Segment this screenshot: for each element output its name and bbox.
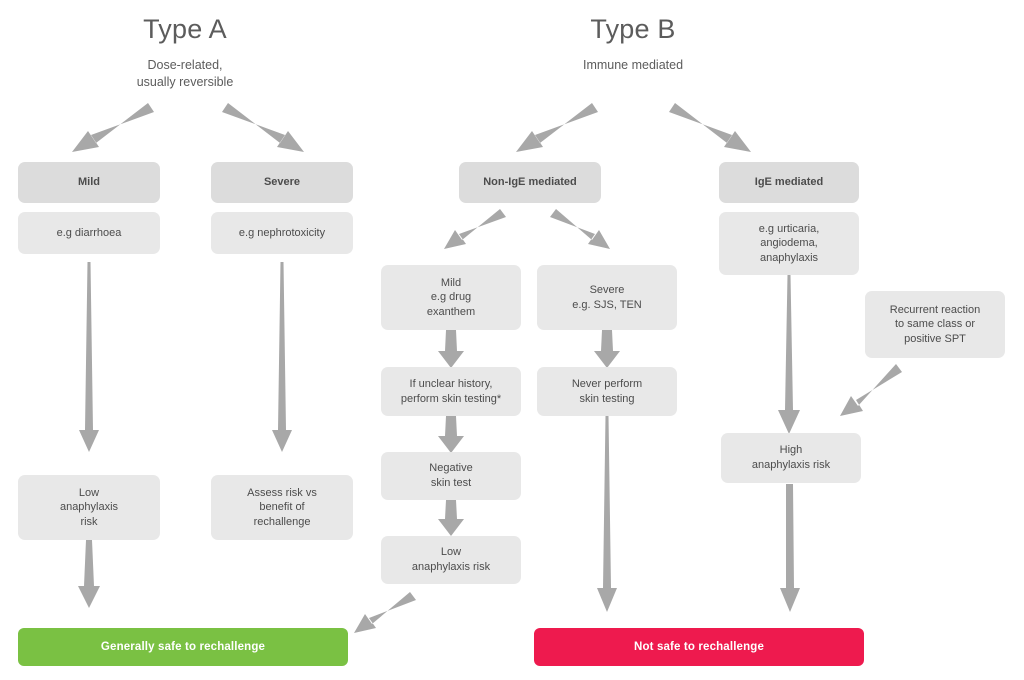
arrow-nonige-to-mild (444, 209, 506, 249)
outcome-bar-safe[interactable]: Generally safe to rechallenge (18, 628, 348, 666)
node-a-mild-example[interactable]: e.g diarrhoea (18, 212, 160, 254)
node-a-mild-header[interactable]: Mild (18, 162, 160, 203)
node-b-ige-header[interactable]: IgE mediated (719, 162, 859, 203)
node-b-non-ige-header[interactable]: Non-IgE mediated (459, 162, 601, 203)
node-b-ige-outcome[interactable]: High anaphylaxis risk (721, 433, 861, 483)
column-subtitle-type-a: Dose-related, usually reversible (136, 58, 234, 89)
column-title-type-a: Type A (143, 14, 227, 44)
arrow-mild-to-skintest (438, 330, 464, 368)
arrow-never-to-unsafe (597, 416, 617, 612)
arrow-ige-to-highrisk (778, 275, 800, 434)
node-b-non-ige-mild-step4[interactable]: Low anaphylaxis risk (381, 536, 521, 584)
arrow-recurrent-to-highrisk (840, 364, 902, 416)
arrow-severe-to-never (594, 330, 620, 368)
arrow-typeb-to-nonige (516, 103, 598, 152)
node-a-severe-example[interactable]: e.g nephrotoxicity (211, 212, 353, 254)
arrow-nonige-to-severe (550, 209, 610, 249)
arrow-lowrisk-to-safe (354, 592, 416, 633)
arrow-typea-to-mild (72, 103, 154, 152)
arrow-a-mild-to-safe (78, 540, 100, 608)
node-b-non-ige-severe-step2[interactable]: Never perform skin testing (537, 367, 677, 416)
arrow-highrisk-to-unsafe (780, 484, 800, 612)
outcome-bar-unsafe[interactable]: Not safe to rechallenge (534, 628, 864, 666)
column-title-type-b: Type B (590, 14, 676, 44)
column-subtitle-type-b: Immune mediated (582, 58, 684, 72)
node-b-ige-recurrent[interactable]: Recurrent reaction to same class or posi… (865, 291, 1005, 358)
arrow-a-mild-long (79, 262, 99, 452)
node-b-non-ige-severe[interactable]: Severe e.g. SJS, TEN (537, 265, 677, 330)
arrow-a-severe-long (272, 262, 292, 452)
arrow-typea-to-severe (222, 103, 304, 152)
node-b-non-ige-mild-step2[interactable]: If unclear history, perform skin testing… (381, 367, 521, 416)
node-a-severe-outcome[interactable]: Assess risk vs benefit of rechallenge (211, 475, 353, 540)
arrow-typeb-to-ige (669, 103, 751, 152)
node-b-ige-example[interactable]: e.g urticaria, angiodema, anaphylaxis (719, 212, 859, 275)
arrow-negative-to-low (438, 500, 464, 536)
node-a-severe-header[interactable]: Severe (211, 162, 353, 203)
arrow-skintest-to-negative (438, 416, 464, 453)
node-b-non-ige-mild-step3[interactable]: Negative skin test (381, 452, 521, 500)
node-b-non-ige-mild[interactable]: Mild e.g drug exanthem (381, 265, 521, 330)
node-a-mild-outcome[interactable]: Low anaphylaxis risk (18, 475, 160, 540)
flowchart-canvas: Type A Dose-related, usually reversible … (0, 0, 1024, 680)
